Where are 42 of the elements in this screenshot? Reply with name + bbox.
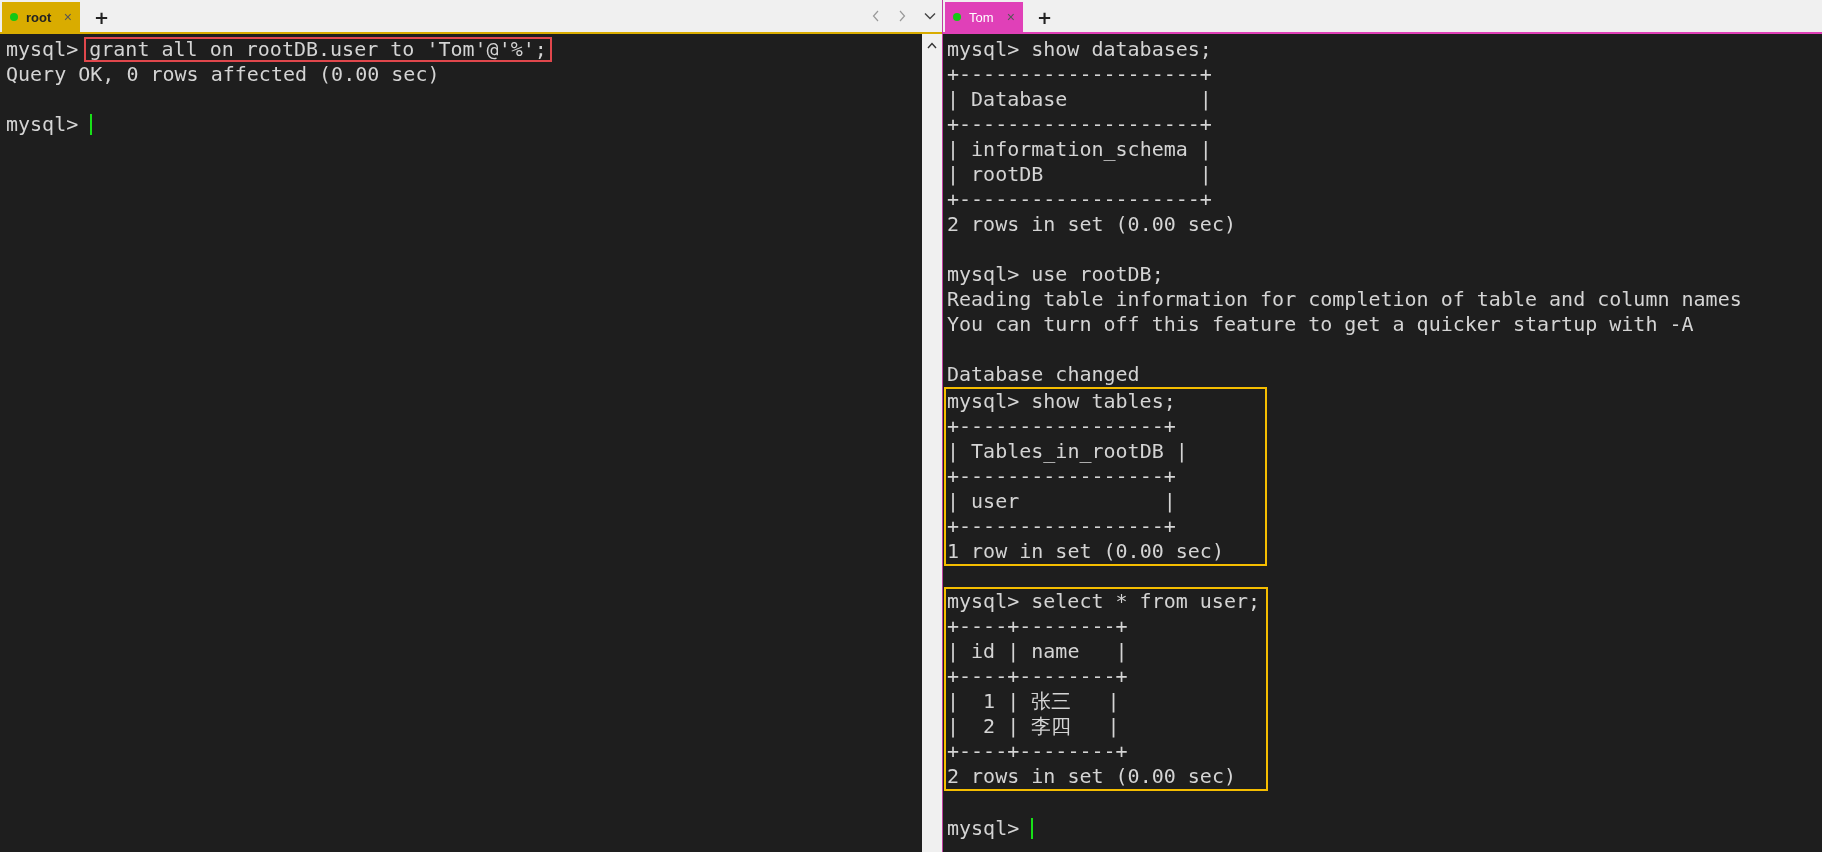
command-text: select * from user; xyxy=(1031,589,1261,614)
prompt: mysql> xyxy=(6,37,79,62)
terminal-line: | Tables_in_rootDB | xyxy=(947,439,1188,464)
command-text: use rootDB; xyxy=(1031,262,1164,287)
terminal-line: +-----------------+ xyxy=(947,514,1176,539)
terminal-line: +----+--------+ xyxy=(947,664,1128,689)
chevron-down-icon[interactable] xyxy=(924,12,936,20)
command-text: grant all on rootDB.user to 'Tom'@'%'; xyxy=(84,37,552,62)
terminal-tab[interactable]: root × xyxy=(2,2,80,32)
terminal-line: | id | name | xyxy=(947,639,1128,664)
terminal-line: +--------------------+ xyxy=(947,112,1212,137)
new-tab-button[interactable]: + xyxy=(1029,2,1061,32)
terminal-line: 2 rows in set (0.00 sec) xyxy=(947,764,1236,789)
prompt: mysql> xyxy=(947,262,1020,287)
terminal-line: +-----------------+ xyxy=(947,464,1176,489)
terminal-line: 1 row in set (0.00 sec) xyxy=(947,539,1224,564)
terminal-line: Reading table information for completion of table and column names xyxy=(947,287,1742,312)
new-tab-button[interactable]: + xyxy=(86,2,118,32)
command-text: show tables; xyxy=(1031,389,1176,414)
terminal-tab[interactable]: Tom × xyxy=(945,2,1023,32)
terminal-line: +--------------------+ xyxy=(947,62,1212,87)
terminal-line: Database changed xyxy=(947,362,1140,387)
terminal-line: | 1 | 张三 | xyxy=(947,689,1120,714)
terminal-line: +--------------------+ xyxy=(947,187,1212,212)
prompt: mysql> xyxy=(947,389,1020,414)
prompt: mysql> xyxy=(947,37,1020,62)
terminal-line: +----+--------+ xyxy=(947,614,1128,639)
terminal-line: | rootDB | xyxy=(947,162,1212,187)
prompt: mysql> xyxy=(947,589,1020,614)
terminal-line: | Database | xyxy=(947,87,1212,112)
terminal-line: Query OK, 0 rows affected (0.00 sec) xyxy=(6,62,440,87)
terminal-line: | user | xyxy=(947,489,1176,514)
terminal-line: +-----------------+ xyxy=(947,414,1176,439)
command-text: show databases; xyxy=(1031,37,1212,62)
prompt: mysql> xyxy=(6,112,79,137)
terminal-line: | information_schema | xyxy=(947,137,1212,162)
terminal-line: You can turn off this feature to get a quicker startup with -A xyxy=(947,312,1694,337)
terminal-line: 2 rows in set (0.00 sec) xyxy=(947,212,1236,237)
scroll-up-icon[interactable] xyxy=(927,42,937,49)
prompt: mysql> xyxy=(947,816,1020,841)
terminal-line: | 2 | 李四 | xyxy=(947,714,1120,739)
terminal-line: +----+--------+ xyxy=(947,739,1128,764)
